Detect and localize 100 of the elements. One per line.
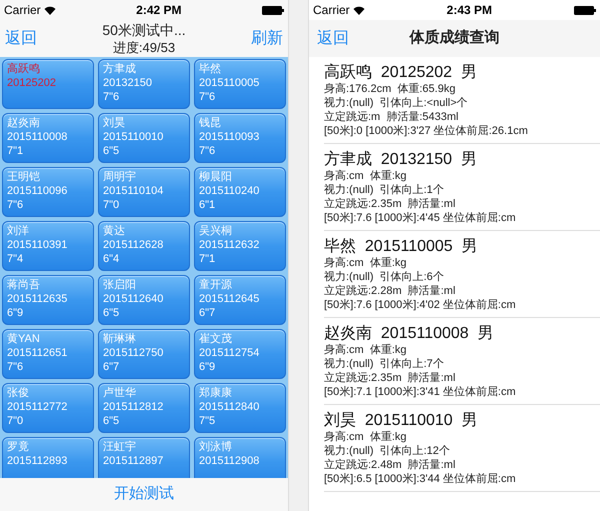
student-tile[interactable]: 黄达 2015112628 6"4 xyxy=(98,221,190,271)
student-heading: 高跃鸣 20125202 男 xyxy=(324,63,478,82)
student-tile[interactable]: 刘昊 2015110010 6"5 xyxy=(98,113,190,163)
progress-label: 进度:49/53 xyxy=(112,38,176,56)
student-tile[interactable]: 刘泳博 2015112908 xyxy=(194,437,286,478)
start-test-button[interactable]: 开始测试 xyxy=(114,483,174,506)
run-time: 7"6 xyxy=(199,90,216,104)
result-line: [50米]:7.1 [1000米]:3'41 坐位体前屈:cm xyxy=(324,385,517,399)
run-time: 7"0 xyxy=(7,414,24,428)
run-time: 7"6 xyxy=(103,90,120,104)
battery-icon xyxy=(574,6,596,14)
student-id: 2015112812 xyxy=(103,400,164,414)
student-tile[interactable]: 钱昆 2015110093 7"6 xyxy=(194,113,286,163)
student-tile[interactable]: 周明宇 2015110104 7"0 xyxy=(98,167,190,217)
student-tile[interactable]: 高跃鸣 20125202 xyxy=(2,59,94,109)
status-time: 2:42 PM xyxy=(136,2,182,19)
result-line: [50米]:6.5 [1000米]:3'44 坐位体前屈:cm xyxy=(324,472,517,486)
run-time: 6"4 xyxy=(103,252,120,266)
student-heading: 赵炎南 2015110008 男 xyxy=(324,324,495,343)
student-tile[interactable]: 赵炎南 2015110008 7"1 xyxy=(2,113,94,163)
student-heading: 毕然 2015110005 男 xyxy=(324,237,479,256)
student-tile[interactable]: 罗竟 2015112893 xyxy=(2,437,94,478)
result-line: 立定跳远:m 肺活量:5433ml xyxy=(324,110,460,124)
back-button[interactable]: 返回 xyxy=(317,26,349,50)
student-name: 崔文茂 xyxy=(199,332,233,346)
student-id: 2015112908 xyxy=(199,454,260,468)
student-tile[interactable]: 柳晨阳 2015110240 6"1 xyxy=(194,167,286,217)
student-id: 2015110391 xyxy=(7,238,68,252)
student-name: 柳晨阳 xyxy=(199,170,233,184)
student-tile[interactable]: 靳琳琳 2015112750 6"7 xyxy=(98,329,190,379)
student-name: 蒋尚吾 xyxy=(7,278,41,292)
carrier-label: Carrier xyxy=(4,2,41,19)
student-tile[interactable]: 童开源 2015112645 6"7 xyxy=(194,275,286,325)
battery-icon xyxy=(262,6,284,14)
student-name: 童开源 xyxy=(199,278,233,292)
student-id: 2015112640 xyxy=(103,292,164,306)
student-name: 刘昊 xyxy=(103,116,126,130)
student-id: 2015112897 xyxy=(103,454,164,468)
nav-title: 体质成绩查询 xyxy=(410,28,500,48)
student-id: 2015112750 xyxy=(103,346,164,360)
student-heading: 刘昊 2015110010 男 xyxy=(324,411,479,430)
student-name: 张俊 xyxy=(7,386,30,400)
run-time: 6"9 xyxy=(7,306,24,320)
student-tile[interactable]: 吴兴桐 2015112632 7"1 xyxy=(194,221,286,271)
student-tile[interactable]: 方聿成 20132150 7"6 xyxy=(98,59,190,109)
student-name: 刘洋 xyxy=(7,224,30,238)
refresh-button[interactable]: 刷新 xyxy=(251,26,283,50)
student-id: 2015110093 xyxy=(199,130,260,144)
student-id: 20125202 xyxy=(7,76,57,90)
result-line: 视力:(null) 引体向上:12个 xyxy=(324,444,451,458)
student-name: 郑康康 xyxy=(199,386,233,400)
student-name: 王明铠 xyxy=(7,170,41,184)
student-name: 吴兴桐 xyxy=(199,224,233,238)
student-tile[interactable]: 卢世华 2015112812 6"5 xyxy=(98,383,190,433)
result-line: 身高:cm 体重:kg xyxy=(324,430,408,444)
student-id: 2015112632 xyxy=(199,238,260,252)
student-id: 2015112651 xyxy=(7,346,68,360)
student-tile[interactable]: 郑康康 2015112840 7"5 xyxy=(194,383,286,433)
result-line: 视力:(null) 引体向上:1个 xyxy=(324,183,445,197)
student-tile[interactable]: 黄YAN 2015112651 7"6 xyxy=(2,329,94,379)
result-line: [50米]:7.6 [1000米]:4'45 坐位体前屈:cm xyxy=(324,211,517,225)
student-tile[interactable]: 崔文茂 2015112754 6"9 xyxy=(194,329,286,379)
result-line: 视力:(null) 引体向上:6个 xyxy=(324,270,445,284)
result-line: 视力:(null) 引体向上:<null>个 xyxy=(324,96,469,110)
back-button[interactable]: 返回 xyxy=(5,26,37,50)
student-tile[interactable]: 张俊 2015112772 7"0 xyxy=(2,383,94,433)
student-name: 张启阳 xyxy=(103,278,137,292)
carrier-label: Carrier xyxy=(313,2,350,19)
student-tile[interactable]: 王明铠 2015110096 7"6 xyxy=(2,167,94,217)
result-line: 立定跳远:2.35m 肺活量:ml xyxy=(324,371,456,385)
student-name: 毕然 xyxy=(199,62,222,76)
run-time: 6"9 xyxy=(199,360,216,374)
wifi-icon xyxy=(352,6,365,14)
student-tile[interactable]: 汪虹宇 2015112897 xyxy=(98,437,190,478)
student-tile[interactable]: 张启阳 2015112640 6"5 xyxy=(98,275,190,325)
student-id: 2015112754 xyxy=(199,346,260,360)
student-name: 赵炎南 xyxy=(7,116,41,130)
student-id: 2015112635 xyxy=(7,292,68,306)
student-name: 高跃鸣 xyxy=(7,62,41,76)
result-line: 身高:cm 体重:kg xyxy=(324,343,408,357)
student-name: 靳琳琳 xyxy=(103,332,137,346)
student-id: 2015110240 xyxy=(199,184,260,198)
student-id: 2015112772 xyxy=(7,400,68,414)
run-time: 7"6 xyxy=(7,360,24,374)
student-heading: 方聿成 20132150 男 xyxy=(324,150,478,169)
student-tile[interactable]: 刘洋 2015110391 7"4 xyxy=(2,221,94,271)
result-line: 身高:176.2cm 体重:65.9kg xyxy=(324,82,456,96)
run-time: 7"5 xyxy=(199,414,216,428)
student-tile[interactable]: 蒋尚吾 2015112635 6"9 xyxy=(2,275,94,325)
run-time: 6"7 xyxy=(103,360,120,374)
student-id: 2015112628 xyxy=(103,238,164,252)
student-id: 2015110005 xyxy=(199,76,260,90)
nav-title: 50米测试中... xyxy=(102,22,186,38)
student-id: 2015110010 xyxy=(103,130,164,144)
result-line: 立定跳远:2.35m 肺活量:ml xyxy=(324,197,456,211)
run-time: 6"7 xyxy=(199,306,216,320)
student-tile[interactable]: 毕然 2015110005 7"6 xyxy=(194,59,286,109)
run-time: 6"1 xyxy=(199,198,216,212)
result-line: [50米]:7.6 [1000米]:4'02 坐位体前屈:cm xyxy=(324,298,517,312)
result-line: [50米]:0 [1000米]:3'27 坐位体前屈:26.1cm xyxy=(324,124,529,138)
